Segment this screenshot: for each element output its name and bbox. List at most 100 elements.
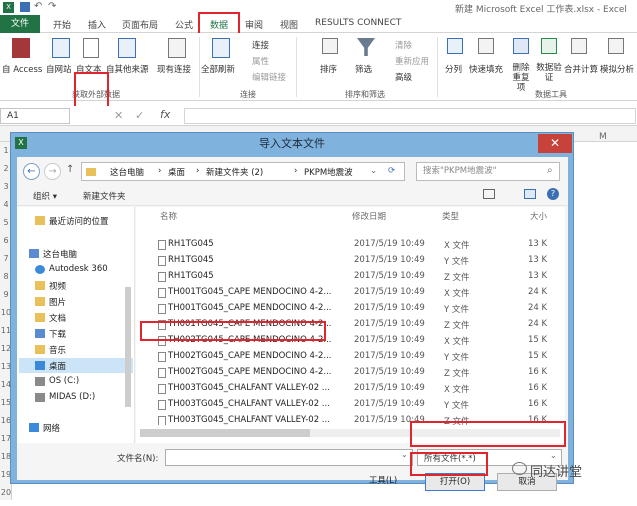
file-row[interactable]: TH001TG045_CAPE MENDOCINO 4-2... 2017/5/1… [136, 301, 565, 317]
from-other-button[interactable]: 自其他来源 [106, 63, 149, 75]
sort-button[interactable]: 排序 [320, 63, 337, 75]
file-icon [158, 384, 166, 394]
name-box[interactable]: A1 [0, 108, 70, 124]
nav-this-pc[interactable]: 这台电脑 [43, 248, 77, 260]
file-type: X 文件 [444, 241, 470, 251]
filter-button[interactable]: 筛选 [355, 63, 372, 75]
refresh-all-button[interactable]: 全部刷新 [201, 63, 235, 75]
file-row[interactable]: TH001TG045_CAPE MENDOCINO 4-2... 2017/5/1… [136, 285, 565, 301]
file-row[interactable]: RH1TG045 2017/5/19 10:49 X 文件 13 K [136, 237, 565, 253]
up-icon[interactable]: ↑ [66, 164, 74, 175]
search-icon[interactable]: ⌕ [547, 165, 553, 176]
column-name[interactable]: 名称 [160, 210, 177, 222]
divider [296, 37, 297, 97]
close-button[interactable]: ✕ [538, 134, 572, 153]
remove-duplicates-button[interactable]: 删除重复项 [509, 63, 533, 93]
cancel-entry-icon[interactable]: ✕ [114, 109, 123, 122]
breadcrumb-separator: › [196, 166, 200, 176]
tab-formulas[interactable]: 公式 [175, 18, 193, 31]
breadcrumb-separator: › [294, 166, 298, 176]
connections-button[interactable]: 连接 [252, 39, 269, 51]
back-icon[interactable]: ← [23, 163, 40, 180]
filename-input[interactable] [165, 449, 413, 466]
column-type[interactable]: 类型 [442, 210, 459, 222]
nav-autodesk-360[interactable]: Autodesk 360 [49, 264, 108, 274]
breadcrumb-new-folder[interactable]: 新建文件夹 (2) [206, 166, 263, 178]
nav-drive-d[interactable]: MIDAS (D:) [49, 392, 95, 402]
tab-page-layout[interactable]: 页面布局 [122, 18, 158, 31]
file-size: 15 K [528, 335, 548, 345]
confirm-entry-icon[interactable]: ✓ [135, 109, 144, 122]
existing-connections-button[interactable]: 现有连接 [157, 63, 191, 75]
chevron-down-icon[interactable]: ⌄ [401, 450, 408, 459]
nav-documents[interactable]: 文档 [49, 312, 66, 324]
dialog-title: 导入文本文件 [259, 137, 325, 150]
from-web-button[interactable]: 自网站 [46, 63, 72, 75]
nav-pictures[interactable]: 图片 [49, 296, 66, 308]
nav-network[interactable]: 网络 [43, 422, 60, 434]
chat-icon [512, 462, 527, 475]
advanced-button[interactable]: 高级 [395, 71, 412, 83]
other-sources-icon [118, 38, 136, 58]
cloud-icon [35, 265, 45, 274]
file-list-scrollbar[interactable] [565, 207, 568, 443]
reapply-button[interactable]: 重新应用 [395, 55, 429, 67]
clear-button[interactable]: 清除 [395, 39, 412, 51]
download-icon [35, 329, 45, 338]
search-input[interactable]: 搜索"PKPM地震波" [416, 162, 560, 181]
view-options-icon[interactable] [483, 189, 495, 199]
column-header-m[interactable]: M [599, 132, 607, 142]
row-header[interactable]: 20 [0, 488, 12, 506]
tab-review[interactable]: 审阅 [245, 18, 263, 31]
from-access-button[interactable]: 自 Access [2, 63, 42, 75]
breadcrumb-pkpm[interactable]: PKPM地震波 [304, 166, 353, 178]
breadcrumb-this-pc[interactable]: 这台电脑 [110, 166, 144, 178]
nav-music[interactable]: 音乐 [49, 344, 66, 356]
new-folder-button[interactable]: 新建文件夹 [83, 190, 126, 202]
consolidate-button[interactable]: 合并计算 [564, 63, 598, 75]
undo-icon[interactable]: ↶ [34, 2, 44, 12]
tab-home[interactable]: 开始 [53, 18, 71, 31]
nav-drive-c[interactable]: OS (C:) [49, 376, 79, 386]
save-icon[interactable] [20, 2, 30, 12]
tab-file[interactable]: 文件 [0, 15, 40, 33]
forward-icon[interactable]: → [44, 163, 61, 180]
redo-icon[interactable]: ↷ [48, 2, 58, 12]
nav-recent[interactable]: 最近访问的位置 [49, 215, 109, 227]
file-row[interactable]: TH003TG045_CHALFANT VALLEY-02 ... 2017/5/… [136, 397, 565, 413]
nav-downloads[interactable]: 下载 [49, 328, 66, 340]
file-date: 2017/5/19 10:49 [354, 255, 425, 265]
file-row[interactable]: TH003TG045_CHALFANT VALLEY-02 ... 2017/5/… [136, 381, 565, 397]
organize-button[interactable]: 组织 ▾ [33, 190, 57, 202]
tab-insert[interactable]: 插入 [88, 18, 106, 31]
file-size: 13 K [528, 239, 548, 249]
properties-button[interactable]: 属性 [252, 55, 269, 67]
edit-links-button[interactable]: 编辑链接 [252, 71, 286, 83]
file-row[interactable]: TH002TG045_CAPE MENDOCINO 4-2... 2017/5/1… [136, 349, 565, 365]
fx-button[interactable]: fx [160, 108, 170, 121]
nav-desktop[interactable]: 桌面 [49, 360, 66, 372]
flash-fill-button[interactable]: 快速填充 [469, 63, 503, 75]
address-bar[interactable]: 这台电脑 › 桌面 › 新建文件夹 (2) › PKPM地震波 ⌄ ⟳ [81, 162, 405, 181]
preview-pane-icon[interactable] [524, 189, 536, 199]
tab-results-connect[interactable]: RESULTS CONNECT [315, 18, 401, 28]
chevron-down-icon[interactable]: ⌄ [370, 166, 377, 176]
breadcrumb-desktop[interactable]: 桌面 [168, 166, 185, 178]
help-icon[interactable]: ? [547, 188, 559, 200]
file-row[interactable]: RH1TG045 2017/5/19 10:49 Y 文件 13 K [136, 253, 565, 269]
refresh-icon[interactable]: ⟳ [388, 166, 395, 176]
nav-scrollbar[interactable] [125, 287, 131, 407]
file-row[interactable]: RH1TG045 2017/5/19 10:49 Z 文件 13 K [136, 269, 565, 285]
whatif-button[interactable]: 模拟分析 [600, 63, 634, 75]
nav-videos[interactable]: 视频 [49, 280, 66, 292]
tab-view[interactable]: 视图 [280, 18, 298, 31]
split-columns-button[interactable]: 分列 [445, 63, 462, 75]
data-validation-button[interactable]: 数据验证 [536, 63, 562, 83]
file-row[interactable]: TH002TG045_CAPE MENDOCINO 4-2... 2017/5/1… [136, 365, 565, 381]
tools-button[interactable]: 工具(L) [357, 473, 409, 491]
formula-input[interactable] [184, 108, 636, 124]
column-size[interactable]: 大小 [530, 210, 547, 222]
access-icon [12, 38, 30, 58]
column-date[interactable]: 修改日期 [352, 210, 386, 222]
refresh-icon [212, 38, 230, 58]
